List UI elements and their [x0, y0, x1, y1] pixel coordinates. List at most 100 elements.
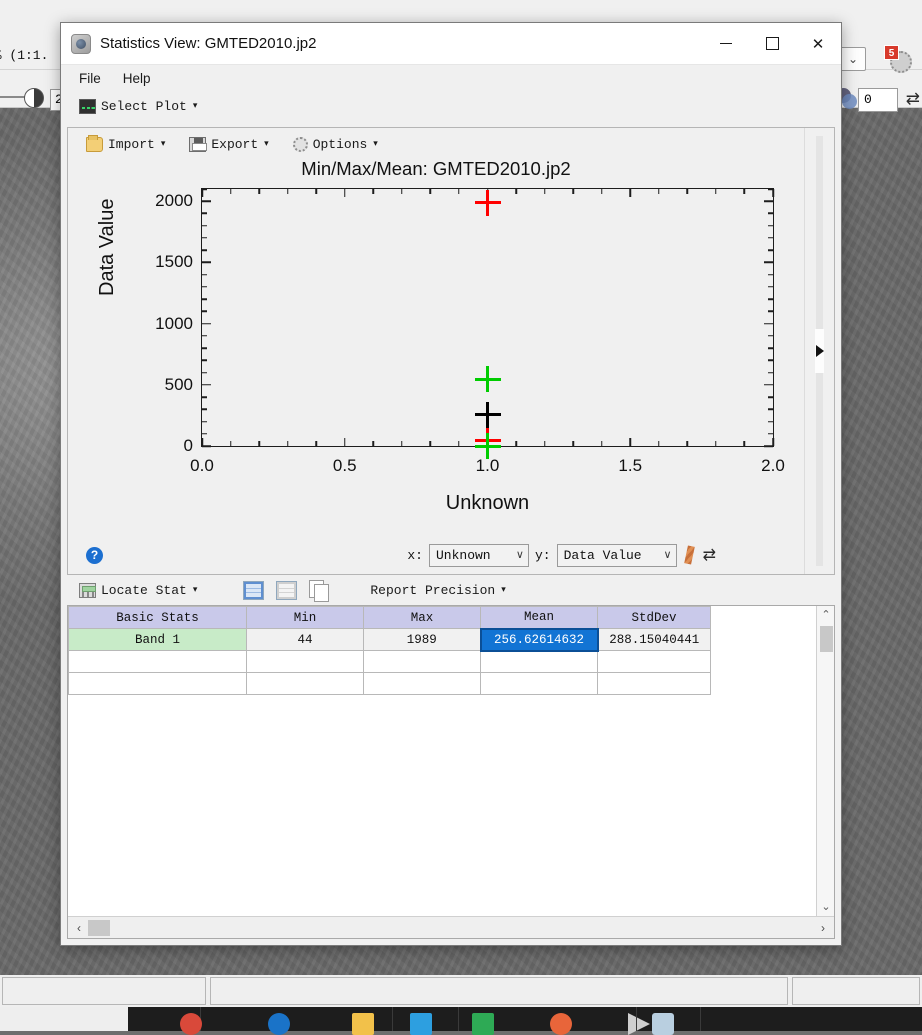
chart-plot-area[interactable]: 05001000150020000.00.51.01.52.0 [201, 188, 774, 447]
scroll-down-arrow-icon[interactable]: ⌄ [817, 898, 835, 916]
x-axis-select[interactable]: Unknown ∨ [429, 544, 529, 567]
gear-icon[interactable]: 5 [884, 45, 912, 73]
x-axis-minor-tick [572, 189, 574, 194]
copy-pages-icon[interactable] [309, 580, 328, 600]
taskbar[interactable] [0, 1007, 922, 1031]
table-horizontal-scrollbar[interactable]: ‹ › [68, 916, 834, 938]
chevron-down-icon: ∨ [516, 548, 524, 562]
calculator-icon [79, 583, 96, 598]
table-cell[interactable] [598, 673, 711, 695]
menu-item-help[interactable]: Help [115, 69, 159, 88]
x-axis-minor-tick [715, 441, 717, 446]
y-axis-select-value: Data Value [564, 548, 642, 563]
locate-stat-button[interactable]: Locate Stat ▾ [75, 581, 201, 600]
contrast-icon[interactable] [24, 88, 44, 108]
horizontal-scroll-thumb[interactable] [88, 920, 110, 936]
locate-stat-bar: Locate Stat ▾ Report Precision ▾ [61, 575, 841, 605]
table-row[interactable] [69, 673, 711, 695]
table-column-header[interactable]: Max [364, 607, 481, 629]
table-row[interactable] [69, 651, 711, 673]
table-cell[interactable] [364, 673, 481, 695]
table-cell[interactable] [364, 651, 481, 673]
scroll-up-arrow-icon[interactable]: ⌃ [817, 606, 835, 624]
x-axis-minor-tick [744, 189, 746, 194]
chevron-right-icon[interactable] [816, 345, 824, 357]
x-axis-minor-tick [430, 441, 432, 446]
x-axis-minor-tick [687, 441, 689, 446]
scroll-right-arrow-icon[interactable]: › [814, 917, 832, 939]
taskbar-icon-blue[interactable] [268, 1013, 290, 1035]
scroll-left-arrow-icon[interactable]: ‹ [70, 917, 88, 939]
window-titlebar[interactable]: Statistics View: GMTED2010.jp2 ✕ [61, 23, 841, 65]
y-axis-selector-label: y: [535, 548, 551, 563]
table-cell[interactable]: 256.62614632 [481, 629, 598, 651]
axis-selectors: x: Unknown ∨ y: Data Value ∨ ⇄ [407, 544, 716, 567]
table-row[interactable]: Band 1441989256.62614632288.15040441 [69, 629, 711, 651]
marker-vertical [486, 402, 489, 428]
taskbar-icon-orange[interactable] [550, 1013, 572, 1035]
x-axis-tick [630, 438, 632, 446]
table-column-header[interactable]: Basic Stats [69, 607, 247, 629]
close-button[interactable]: ✕ [795, 23, 841, 65]
export-button[interactable]: Export ▾ [185, 135, 272, 154]
pencil-icon[interactable] [683, 546, 697, 564]
floppy-save-icon [189, 137, 206, 152]
help-icon[interactable]: ? [86, 547, 103, 564]
maximize-button[interactable] [749, 23, 795, 65]
minimize-button[interactable] [703, 23, 749, 65]
table-row-header-cell[interactable] [69, 651, 247, 673]
vertical-scroll-thumb[interactable] [820, 626, 833, 652]
y-axis-tick [764, 200, 773, 202]
table-row-header-cell[interactable]: Band 1 [69, 629, 247, 651]
plot-panel-splitter[interactable] [804, 128, 834, 574]
y-axis-minor-tick [768, 249, 773, 251]
export-label: Export [211, 137, 258, 152]
refresh-icon[interactable]: ⇄ [906, 89, 920, 109]
taskbar-icon-active[interactable] [652, 1013, 674, 1035]
y-axis-select[interactable]: Data Value ∨ [557, 544, 677, 567]
table-column-header[interactable]: StdDev [598, 607, 711, 629]
y-axis-minor-tick [768, 311, 773, 313]
report-precision-label: Report Precision [370, 583, 495, 598]
x-axis-minor-tick [572, 441, 574, 446]
grid-highlight-icon[interactable] [243, 581, 264, 600]
table-cell[interactable] [247, 673, 364, 695]
taskbar-icon-play[interactable] [628, 1013, 650, 1035]
taskbar-icon-green[interactable] [472, 1013, 494, 1035]
y-axis-tick [202, 384, 211, 386]
options-button[interactable]: Options ▾ [289, 135, 382, 154]
y-axis-tick [764, 323, 773, 325]
background-opacity-value[interactable]: 0 [858, 88, 898, 112]
import-label: Import [108, 137, 155, 152]
statistics-table[interactable]: Basic StatsMinMaxMeanStdDevBand 14419892… [68, 606, 711, 695]
table-cell[interactable]: 1989 [364, 629, 481, 651]
table-cell[interactable] [481, 673, 598, 695]
table-cell[interactable] [247, 651, 364, 673]
table-cell[interactable]: 288.15040441 [598, 629, 711, 651]
x-axis-minor-tick [601, 189, 603, 194]
table-column-header[interactable]: Mean [481, 607, 598, 629]
table-header-row: Basic StatsMinMaxMeanStdDev [69, 607, 711, 629]
plot-main-area: Import ▾ Export ▾ Options ▾ Min/Max/Mean… [68, 128, 804, 574]
select-plot-button[interactable]: Select Plot ▾ [75, 97, 201, 116]
import-button[interactable]: Import ▾ [82, 135, 169, 154]
grid-plain-icon[interactable] [276, 581, 297, 600]
chevron-down-icon: ▾ [373, 140, 378, 149]
folder-open-icon [86, 137, 103, 152]
table-cell[interactable] [481, 651, 598, 673]
table-vertical-scrollbar[interactable]: ⌃ ⌄ [816, 606, 834, 916]
taskbar-left-panel [0, 1007, 128, 1031]
refresh-icon[interactable]: ⇄ [703, 545, 716, 565]
table-cell[interactable] [598, 651, 711, 673]
report-precision-button[interactable]: Report Precision ▾ [366, 581, 509, 600]
taskbar-icon-cyan[interactable] [410, 1013, 432, 1035]
y-axis-minor-tick [768, 409, 773, 411]
menu-item-file[interactable]: File [71, 69, 109, 88]
table-column-header[interactable]: Min [247, 607, 364, 629]
table-row-header-cell[interactable] [69, 673, 247, 695]
x-axis-minor-tick [658, 189, 660, 194]
taskbar-icon-folder[interactable] [352, 1013, 374, 1035]
app-icon [71, 34, 91, 54]
table-cell[interactable]: 44 [247, 629, 364, 651]
taskbar-icon-red[interactable] [180, 1013, 202, 1035]
